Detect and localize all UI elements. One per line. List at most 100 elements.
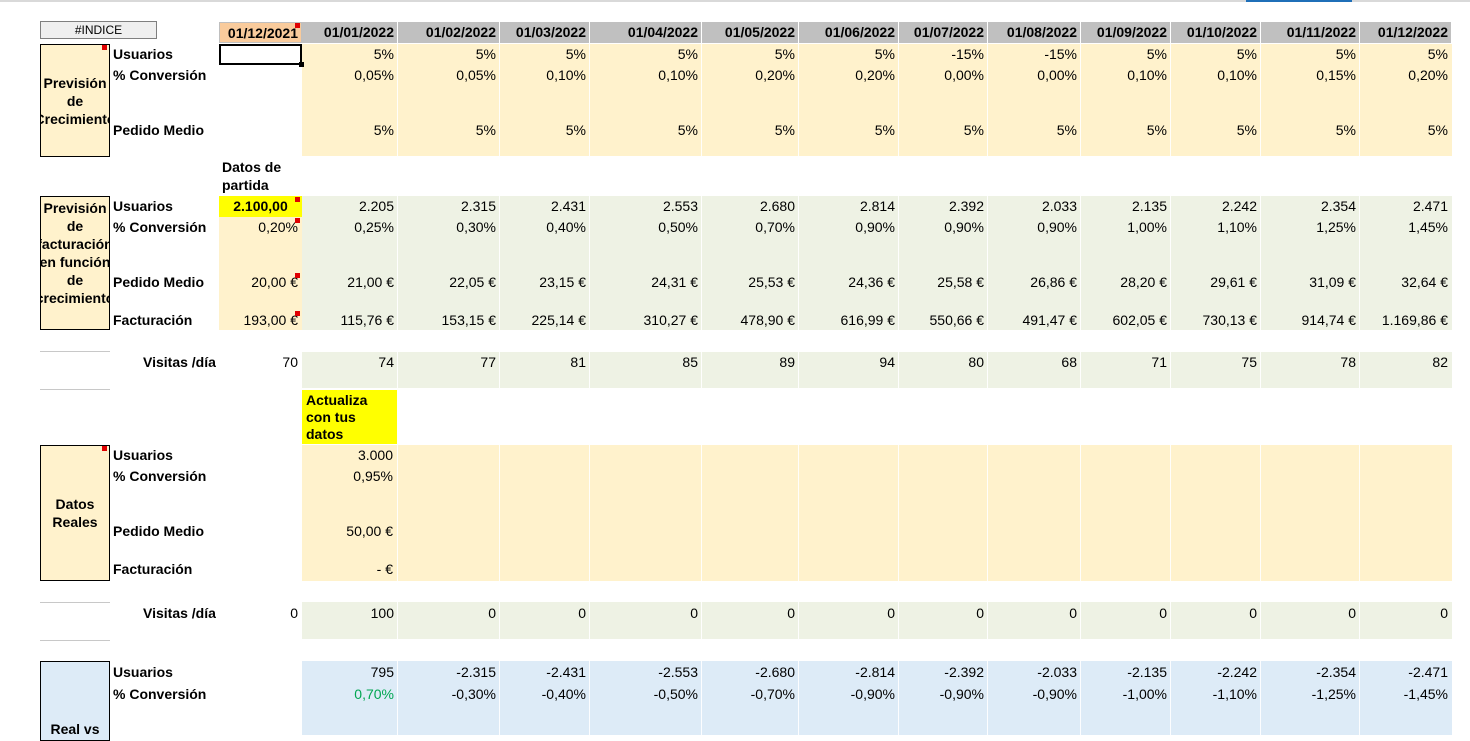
- comment-indicator[interactable]: [295, 23, 300, 28]
- comment-indicator[interactable]: [295, 311, 300, 316]
- forecast-visitas-cell[interactable]: 68: [988, 352, 1081, 373]
- growth-conversion-cell[interactable]: 0,10%: [500, 65, 590, 86]
- growth-usuarios-cell[interactable]: 5%: [302, 44, 398, 65]
- forecast-usuarios-cell[interactable]: 2.553: [590, 196, 702, 217]
- growth-conversion-cell[interactable]: 0,20%: [1360, 65, 1452, 86]
- fill-handle[interactable]: [299, 62, 304, 67]
- date-header-6[interactable]: 01/06/2022: [799, 22, 899, 43]
- forecast-visitas-cell[interactable]: 78: [1261, 352, 1360, 373]
- real-visitas-cell[interactable]: 0: [1360, 603, 1452, 624]
- forecast-pedido-cell[interactable]: 26,86 €: [988, 272, 1081, 293]
- real-conversion-cell[interactable]: 0,95%: [302, 466, 397, 487]
- diff-usuarios-cell[interactable]: -2.242: [1171, 662, 1261, 683]
- growth-pedido-cell[interactable]: 5%: [302, 120, 398, 141]
- date-header-8[interactable]: 01/08/2022: [988, 22, 1081, 43]
- forecast-usuarios-cell[interactable]: 2.135: [1081, 196, 1171, 217]
- growth-conversion-cell[interactable]: 0,10%: [1171, 65, 1261, 86]
- forecast-facturacion-cell[interactable]: 616,99 €: [799, 310, 899, 331]
- forecast-conversion-cell[interactable]: 0,90%: [799, 217, 899, 238]
- forecast-visitas-cell[interactable]: 89: [702, 352, 799, 373]
- diff-usuarios-cell[interactable]: -2.315: [398, 662, 500, 683]
- forecast-conversion-cell[interactable]: 0,40%: [500, 217, 590, 238]
- forecast-pedido-cell[interactable]: 32,64 €: [1360, 272, 1452, 293]
- indice-button[interactable]: #INDICE: [40, 21, 157, 39]
- forecast-pedido-cell[interactable]: 25,53 €: [702, 272, 799, 293]
- real-visitas-cell[interactable]: 0: [899, 603, 988, 624]
- date-header-5[interactable]: 01/05/2022: [702, 22, 799, 43]
- growth-conversion-cell[interactable]: 0,00%: [899, 65, 988, 86]
- date-header-9[interactable]: 01/09/2022: [1081, 22, 1171, 43]
- forecast-facturacion-cell[interactable]: 478,90 €: [702, 310, 799, 331]
- growth-pedido-cell[interactable]: 5%: [398, 120, 500, 141]
- forecast-pedido-cell[interactable]: 21,00 €: [302, 272, 398, 293]
- forecast-pedido-cell[interactable]: 20,00 €: [219, 272, 302, 293]
- forecast-conversion-cell[interactable]: 1,10%: [1171, 217, 1261, 238]
- forecast-usuarios-cell[interactable]: 2.205: [302, 196, 398, 217]
- growth-usuarios-cell[interactable]: 5%: [1171, 44, 1261, 65]
- forecast-usuarios-cell[interactable]: 2.100,00: [219, 196, 302, 217]
- forecast-facturacion-cell[interactable]: 730,13 €: [1171, 310, 1261, 331]
- forecast-conversion-cell[interactable]: 0,30%: [398, 217, 500, 238]
- growth-usuarios-cell[interactable]: 5%: [799, 44, 899, 65]
- diff-usuarios-cell[interactable]: 795: [302, 662, 398, 683]
- diff-conversion-cell[interactable]: -1,00%: [1081, 684, 1171, 705]
- forecast-facturacion-cell[interactable]: 491,47 €: [988, 310, 1081, 331]
- forecast-usuarios-cell[interactable]: 2.814: [799, 196, 899, 217]
- forecast-facturacion-cell[interactable]: 1.169,86 €: [1360, 310, 1452, 331]
- growth-pedido-cell[interactable]: 5%: [590, 120, 702, 141]
- diff-usuarios-cell[interactable]: -2.033: [988, 662, 1081, 683]
- forecast-pedido-cell[interactable]: 28,20 €: [1081, 272, 1171, 293]
- diff-usuarios-cell[interactable]: -2.471: [1360, 662, 1452, 683]
- forecast-conversion-cell[interactable]: 0,20%: [219, 217, 302, 238]
- date-header-0[interactable]: 01/12/2021: [219, 22, 302, 43]
- growth-usuarios-cell[interactable]: 5%: [590, 44, 702, 65]
- forecast-visitas-cell[interactable]: 82: [1360, 352, 1452, 373]
- forecast-conversion-cell[interactable]: 0,90%: [988, 217, 1081, 238]
- forecast-usuarios-cell[interactable]: 2.392: [899, 196, 988, 217]
- forecast-pedido-cell[interactable]: 24,31 €: [590, 272, 702, 293]
- growth-pedido-cell[interactable]: 5%: [1261, 120, 1360, 141]
- forecast-pedido-cell[interactable]: 29,61 €: [1171, 272, 1261, 293]
- forecast-usuarios-cell[interactable]: 2.242: [1171, 196, 1261, 217]
- real-visitas-cell[interactable]: 0: [590, 603, 702, 624]
- growth-usuarios-cell[interactable]: -15%: [988, 44, 1081, 65]
- forecast-usuarios-cell[interactable]: 2.471: [1360, 196, 1452, 217]
- growth-conversion-cell[interactable]: 0,00%: [988, 65, 1081, 86]
- selected-cell[interactable]: [219, 44, 302, 65]
- forecast-conversion-cell[interactable]: 0,90%: [899, 217, 988, 238]
- forecast-facturacion-cell[interactable]: 914,74 €: [1261, 310, 1360, 331]
- comment-indicator[interactable]: [295, 197, 300, 202]
- forecast-pedido-cell[interactable]: 23,15 €: [500, 272, 590, 293]
- forecast-visitas-cell[interactable]: 94: [799, 352, 899, 373]
- diff-usuarios-cell[interactable]: -2.135: [1081, 662, 1171, 683]
- growth-pedido-cell[interactable]: 5%: [1081, 120, 1171, 141]
- forecast-conversion-cell[interactable]: 0,70%: [702, 217, 799, 238]
- growth-usuarios-cell[interactable]: 5%: [1360, 44, 1452, 65]
- diff-conversion-cell[interactable]: -0,70%: [702, 684, 799, 705]
- growth-pedido-cell[interactable]: 5%: [799, 120, 899, 141]
- comment-indicator[interactable]: [102, 45, 107, 50]
- growth-pedido-cell[interactable]: 5%: [1171, 120, 1261, 141]
- forecast-facturacion-cell[interactable]: 602,05 €: [1081, 310, 1171, 331]
- diff-usuarios-cell[interactable]: -2.354: [1261, 662, 1360, 683]
- diff-conversion-cell[interactable]: -1,10%: [1171, 684, 1261, 705]
- forecast-visitas-cell[interactable]: 70: [219, 352, 302, 373]
- forecast-pedido-cell[interactable]: 31,09 €: [1261, 272, 1360, 293]
- diff-conversion-cell[interactable]: -0,90%: [899, 684, 988, 705]
- diff-conversion-cell[interactable]: -1,45%: [1360, 684, 1452, 705]
- diff-conversion-cell[interactable]: -0,90%: [799, 684, 899, 705]
- comment-indicator[interactable]: [102, 446, 107, 451]
- forecast-visitas-cell[interactable]: 80: [899, 352, 988, 373]
- date-header-10[interactable]: 01/10/2022: [1171, 22, 1261, 43]
- diff-usuarios-cell[interactable]: -2.392: [899, 662, 988, 683]
- real-visitas-cell[interactable]: 0: [500, 603, 590, 624]
- diff-conversion-cell[interactable]: -0,50%: [590, 684, 702, 705]
- growth-usuarios-cell[interactable]: -15%: [899, 44, 988, 65]
- real-facturacion-cell[interactable]: - €: [302, 559, 397, 580]
- forecast-pedido-cell[interactable]: 24,36 €: [799, 272, 899, 293]
- forecast-facturacion-cell[interactable]: 115,76 €: [302, 310, 398, 331]
- real-pedido-cell[interactable]: 50,00 €: [302, 521, 397, 542]
- real-visitas-cell[interactable]: 0: [1171, 603, 1261, 624]
- forecast-visitas-cell[interactable]: 71: [1081, 352, 1171, 373]
- forecast-usuarios-cell[interactable]: 2.033: [988, 196, 1081, 217]
